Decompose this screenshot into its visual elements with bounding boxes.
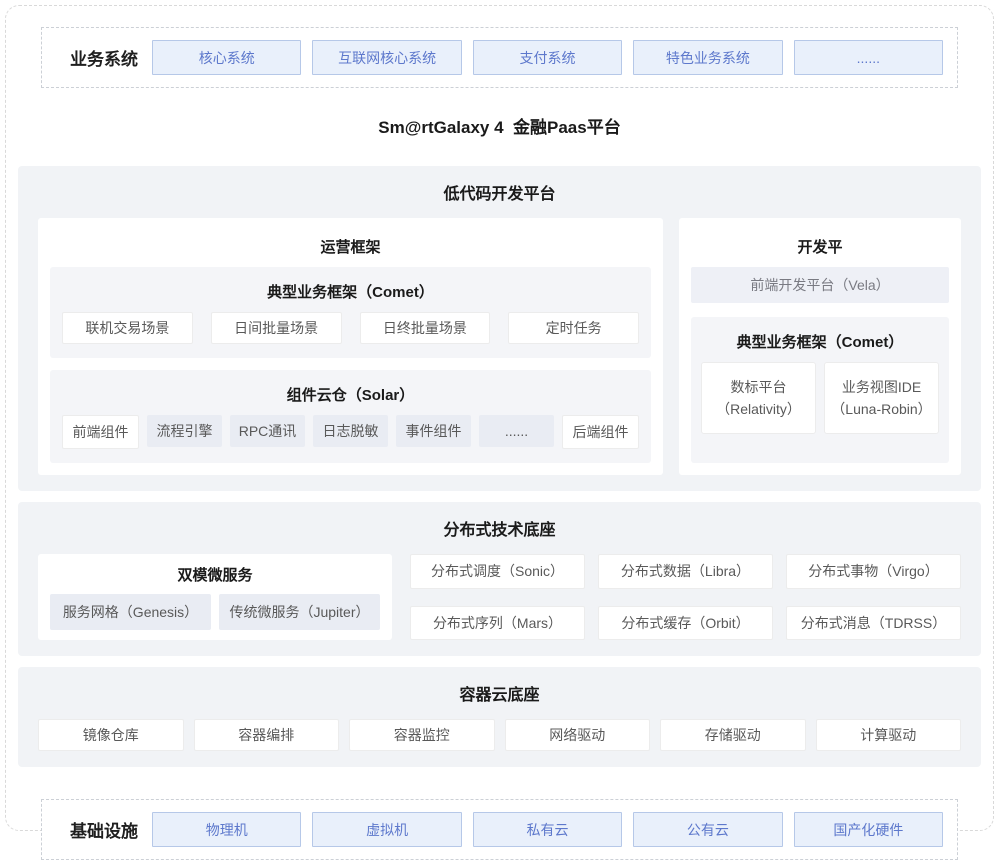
- dual-mode-title: 双模微服务: [50, 560, 380, 594]
- comet-framework-title: 典型业务框架（Comet）: [62, 273, 639, 312]
- chip-event-component: 事件组件: [396, 415, 471, 447]
- dual-mode-chips: 服务网格（Genesis） 传统微服务（Jupiter）: [50, 594, 380, 630]
- solar-warehouse-title: 组件云仓（Solar）: [62, 376, 639, 415]
- chip-rpc-communication: RPC通讯: [230, 415, 305, 447]
- dev-comet-panel: 典型业务框架（Comet） 数标平台 （Relativity） 业务视图IDE …: [691, 317, 949, 463]
- box-backend-component: 后端组件: [562, 415, 639, 449]
- ops-framework-panel: 运营框架 典型业务框架（Comet） 联机交易场景 日间批量场景 日终批量场景 …: [38, 218, 663, 475]
- business-systems-label: 业务系统: [56, 45, 152, 70]
- card-relativity-platform: 数标平台 （Relativity）: [701, 362, 816, 434]
- box-scheduled-task: 定时任务: [508, 312, 639, 344]
- infrastructure-chips: 物理机 虚拟机 私有云 公有云 国产化硬件: [152, 812, 943, 847]
- chip-physical-machine: 物理机: [152, 812, 301, 847]
- container-cloud-panel: 容器云底座 镜像仓库 容器编排 容器监控 网络驱动 存储驱动 计算驱动: [18, 667, 981, 767]
- dev-comet-cards: 数标平台 （Relativity） 业务视图IDE （Luna-Robin）: [701, 362, 939, 434]
- chip-service-mesh-genesis: 服务网格（Genesis）: [50, 594, 211, 630]
- chip-private-cloud: 私有云: [473, 812, 622, 847]
- distributed-row: 双模微服务 服务网格（Genesis） 传统微服务（Jupiter） 分布式调度…: [38, 554, 961, 640]
- low-code-platform-panel: 低代码开发平台 运营框架 典型业务框架（Comet） 联机交易场景 日间批量场景…: [18, 166, 981, 491]
- card-luna-robin-line2: （Luna-Robin）: [831, 398, 931, 420]
- card-luna-robin-line1: 业务视图IDE: [842, 376, 921, 398]
- chip-special-business-system: 特色业务系统: [633, 40, 782, 75]
- dev-platform-panel: 开发平 前端开发平台（Vela） 典型业务框架（Comet） 数标平台 （Rel…: [679, 218, 961, 475]
- infrastructure-label: 基础设施: [56, 817, 152, 842]
- box-endofday-batch: 日终批量场景: [360, 312, 491, 344]
- chip-more-components: ......: [479, 415, 554, 447]
- chip-vela-frontend-platform: 前端开发平台（Vela）: [691, 267, 949, 303]
- distributed-base-panel: 分布式技术底座 双模微服务 服务网格（Genesis） 传统微服务（Jupite…: [18, 502, 981, 656]
- box-storage-driver: 存储驱动: [660, 719, 806, 751]
- distributed-services-grid: 分布式调度（Sonic） 分布式数据（Libra） 分布式事物（Virgo） 分…: [410, 554, 961, 640]
- card-luna-robin-ide: 业务视图IDE （Luna-Robin）: [824, 362, 939, 434]
- low-code-columns: 运营框架 典型业务框架（Comet） 联机交易场景 日间批量场景 日终批量场景 …: [38, 218, 961, 475]
- chip-payment-system: 支付系统: [473, 40, 622, 75]
- comet-framework-panel: 典型业务框架（Comet） 联机交易场景 日间批量场景 日终批量场景 定时任务: [50, 267, 651, 358]
- box-online-transaction: 联机交易场景: [62, 312, 193, 344]
- comet-scenario-row: 联机交易场景 日间批量场景 日终批量场景 定时任务: [62, 312, 639, 344]
- distributed-base-title: 分布式技术底座: [38, 516, 961, 540]
- chip-domestic-hardware: 国产化硬件: [794, 812, 943, 847]
- business-systems-band: 业务系统 核心系统 互联网核心系统 支付系统 特色业务系统 ......: [41, 27, 958, 88]
- solar-component-row: 前端组件 流程引擎 RPC通讯 日志脱敏 事件组件 ...... 后端组件: [62, 415, 639, 449]
- chip-traditional-microservice-jupiter: 传统微服务（Jupiter）: [219, 594, 380, 630]
- box-distributed-transaction-virgo: 分布式事物（Virgo）: [786, 554, 961, 589]
- box-distributed-data-libra: 分布式数据（Libra）: [598, 554, 773, 589]
- container-cloud-row: 镜像仓库 容器编排 容器监控 网络驱动 存储驱动 计算驱动: [38, 719, 961, 751]
- dev-platform-title: 开发平: [691, 228, 949, 267]
- architecture-diagram: 业务系统 核心系统 互联网核心系统 支付系统 特色业务系统 ...... Sm@…: [0, 0, 999, 860]
- box-distributed-sequence-mars: 分布式序列（Mars）: [410, 606, 585, 641]
- box-frontend-component: 前端组件: [62, 415, 139, 449]
- chip-log-masking: 日志脱敏: [313, 415, 388, 447]
- box-image-registry: 镜像仓库: [38, 719, 184, 751]
- box-compute-driver: 计算驱动: [816, 719, 962, 751]
- solar-warehouse-panel: 组件云仓（Solar） 前端组件 流程引擎 RPC通讯 日志脱敏 事件组件 ..…: [50, 370, 651, 463]
- card-relativity-line2: （Relativity）: [716, 398, 801, 420]
- chip-virtual-machine: 虚拟机: [312, 812, 461, 847]
- chip-process-engine: 流程引擎: [147, 415, 222, 447]
- ops-framework-title: 运营框架: [50, 228, 651, 267]
- box-container-monitoring: 容器监控: [349, 719, 495, 751]
- chip-public-cloud: 公有云: [633, 812, 782, 847]
- dual-mode-microservice-panel: 双模微服务 服务网格（Genesis） 传统微服务（Jupiter）: [38, 554, 392, 640]
- box-distributed-message-tdrss: 分布式消息（TDRSS）: [786, 606, 961, 641]
- box-distributed-scheduling-sonic: 分布式调度（Sonic）: [410, 554, 585, 589]
- card-relativity-line1: 数标平台: [731, 376, 787, 398]
- chip-core-system: 核心系统: [152, 40, 301, 75]
- box-distributed-cache-orbit: 分布式缓存（Orbit）: [598, 606, 773, 641]
- business-systems-chips: 核心系统 互联网核心系统 支付系统 特色业务系统 ......: [152, 40, 943, 75]
- container-cloud-title: 容器云底座: [38, 681, 961, 705]
- box-network-driver: 网络驱动: [505, 719, 651, 751]
- infrastructure-band: 基础设施 物理机 虚拟机 私有云 公有云 国产化硬件: [41, 799, 958, 860]
- box-container-orchestration: 容器编排: [194, 719, 340, 751]
- low-code-platform-title: 低代码开发平台: [38, 180, 961, 204]
- platform-title: Sm@rtGalaxy 4 金融Paas平台: [0, 113, 999, 138]
- chip-more-systems: ......: [794, 40, 943, 75]
- box-daytime-batch: 日间批量场景: [211, 312, 342, 344]
- dev-comet-title: 典型业务框架（Comet）: [701, 323, 939, 362]
- chip-internet-core-system: 互联网核心系统: [312, 40, 461, 75]
